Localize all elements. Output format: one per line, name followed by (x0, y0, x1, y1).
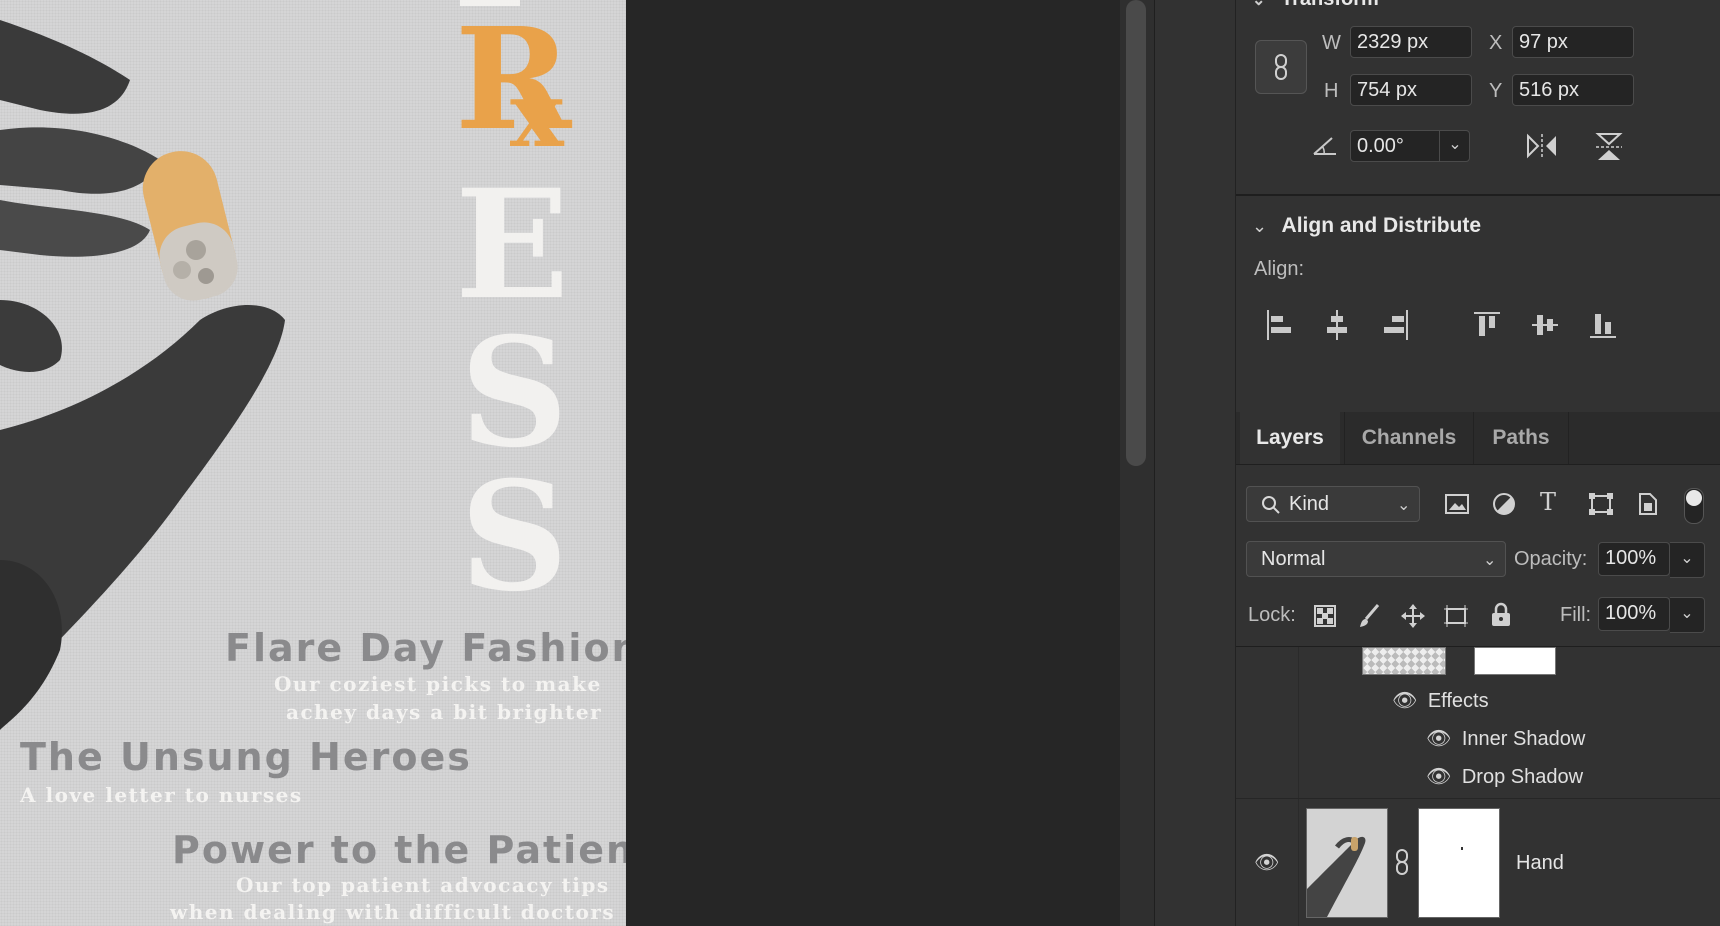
align-section-header[interactable]: ⌄ Align and Distribute (1252, 214, 1481, 238)
eye-icon[interactable]: 👁 (1426, 728, 1451, 750)
title-letter-e: E (455, 157, 570, 333)
rx-letter-x: x (510, 62, 564, 168)
transform-title: Transform (1281, 0, 1379, 10)
tab-paths[interactable]: Paths (1473, 412, 1569, 464)
eye-icon[interactable]: 👁 (1254, 850, 1279, 875)
smart-object-filter-icon[interactable] (1636, 490, 1660, 516)
document-canvas[interactable]: R x E S S Flare Day Fashion Our coziest … (0, 0, 626, 926)
layer-filter-kind-dropdown[interactable]: Kind ⌄ (1246, 486, 1420, 522)
eye-icon[interactable]: 👁 (1426, 766, 1451, 788)
mask-link-icon[interactable] (1392, 848, 1412, 876)
effect-inner-shadow-row[interactable]: 👁 Inner Shadow (1426, 726, 1585, 751)
effect-drop-shadow-row[interactable]: 👁 Drop Shadow (1426, 764, 1583, 789)
search-icon (1262, 496, 1280, 514)
blend-mode-dropdown[interactable]: Normal ⌄ (1246, 541, 1506, 577)
title-letter-s: S (460, 305, 569, 481)
tab-channels[interactable]: Channels (1344, 412, 1473, 464)
hand-thumbnail-image (1307, 836, 1366, 917)
filter-toggle-switch[interactable] (1684, 488, 1704, 524)
fill-label: Fill: (1560, 604, 1592, 626)
x-position-field[interactable]: 97 px (1512, 26, 1634, 58)
height-field[interactable]: 754 px (1350, 74, 1472, 106)
fill-slider-button[interactable]: ⌄ (1670, 597, 1705, 633)
width-label: W (1322, 32, 1341, 54)
hand-layer-thumbnail[interactable] (1306, 808, 1388, 918)
effect-name: Inner Shadow (1461, 728, 1586, 750)
section-divider (1236, 194, 1720, 196)
angle-icon (1313, 137, 1336, 155)
height-label: H (1324, 80, 1339, 102)
chevron-down-icon: ⌄ (1448, 136, 1462, 153)
story-subline: achey days a bit brighter (286, 700, 603, 724)
lock-label: Lock: (1248, 604, 1296, 626)
effect-name: Drop Shadow (1461, 766, 1584, 788)
title-letter-s: S (460, 449, 569, 625)
mask-detail (1461, 847, 1463, 850)
adjustment-layer-filter-icon[interactable] (1492, 492, 1516, 516)
story-subline: Our top patient advocacy tips (236, 873, 610, 897)
story-headline: Flare Day Fashion (225, 626, 626, 670)
width-field[interactable]: 2329 px (1350, 26, 1472, 58)
story-headline: Power to the Patient (172, 828, 626, 872)
align-title: Align and Distribute (1281, 214, 1482, 237)
story-subline: A love letter to nurses (20, 783, 303, 807)
align-left-edges-icon[interactable] (1265, 308, 1295, 342)
filter-kind-label: Kind (1289, 493, 1330, 515)
angle-dropdown-button[interactable]: ⌄ (1439, 130, 1470, 162)
pixel-layer-filter-icon[interactable] (1444, 492, 1470, 516)
lock-image-pixels-icon[interactable] (1358, 603, 1382, 629)
link-dimensions-button[interactable] (1255, 40, 1307, 94)
properties-panel (1236, 0, 1720, 412)
tab-layers[interactable]: Layers (1240, 412, 1340, 464)
align-horizontal-centers-icon[interactable] (1322, 308, 1352, 342)
align-label: Align: (1254, 258, 1305, 280)
layer-mask-thumbnail[interactable] (1474, 647, 1556, 675)
opacity-label: Opacity: (1514, 548, 1588, 570)
layer-thumbnail-transparent[interactable] (1362, 647, 1446, 675)
shape-layer-filter-icon[interactable] (1588, 492, 1614, 516)
pasteboard (626, 0, 1120, 926)
blend-mode-value: Normal (1261, 548, 1326, 570)
chevron-down-icon: ⌄ (1680, 605, 1694, 622)
opacity-slider-button[interactable]: ⌄ (1670, 542, 1705, 578)
chevron-down-icon: ⌄ (1397, 497, 1411, 514)
story-subline: Our coziest picks to make (274, 672, 602, 696)
effects-label: Effects (1427, 690, 1489, 712)
pill-capsule (142, 151, 238, 301)
type-layer-filter-icon[interactable]: T (1540, 488, 1556, 516)
y-position-field[interactable]: 516 px (1512, 74, 1634, 106)
lock-artboard-icon[interactable] (1442, 603, 1470, 629)
flip-vertical-icon[interactable] (1594, 130, 1624, 164)
lock-transparent-pixels-icon[interactable] (1314, 605, 1336, 627)
opacity-field[interactable]: 100% (1598, 542, 1670, 576)
story-subline: when dealing with difficult doctors (170, 900, 616, 924)
chevron-down-icon: ⌄ (1252, 216, 1268, 236)
story-headline: The Unsung Heroes (20, 735, 472, 779)
chevron-down-icon: ⌄ (1483, 552, 1497, 569)
link-icon (1275, 54, 1287, 80)
panel-dock-gutter (1155, 0, 1236, 926)
lock-all-icon[interactable] (1490, 602, 1512, 628)
toggle-knob (1686, 490, 1702, 506)
y-label: Y (1489, 80, 1503, 102)
layer-name[interactable]: Hand (1516, 852, 1564, 875)
x-label: X (1489, 32, 1503, 54)
flip-horizontal-icon[interactable] (1524, 132, 1560, 160)
align-top-edges-icon[interactable] (1472, 308, 1502, 342)
align-vertical-centers-icon[interactable] (1530, 308, 1560, 342)
lock-position-icon[interactable] (1400, 603, 1426, 629)
eye-icon[interactable]: 👁 (1392, 690, 1417, 712)
chevron-down-icon: ⌄ (1680, 550, 1694, 567)
canvas-scrollbar-thumb[interactable] (1126, 0, 1146, 466)
align-bottom-edges-icon[interactable] (1588, 308, 1618, 342)
transform-section-header[interactable]: ⌄ Transform (1252, 0, 1379, 11)
fill-field[interactable]: 100% (1598, 597, 1670, 631)
hand-layer-mask-thumbnail[interactable] (1418, 808, 1500, 918)
chevron-down-icon: ⌄ (1252, 0, 1266, 9)
effects-row[interactable]: 👁 Effects (1392, 688, 1489, 713)
align-right-edges-icon[interactable] (1380, 308, 1410, 342)
